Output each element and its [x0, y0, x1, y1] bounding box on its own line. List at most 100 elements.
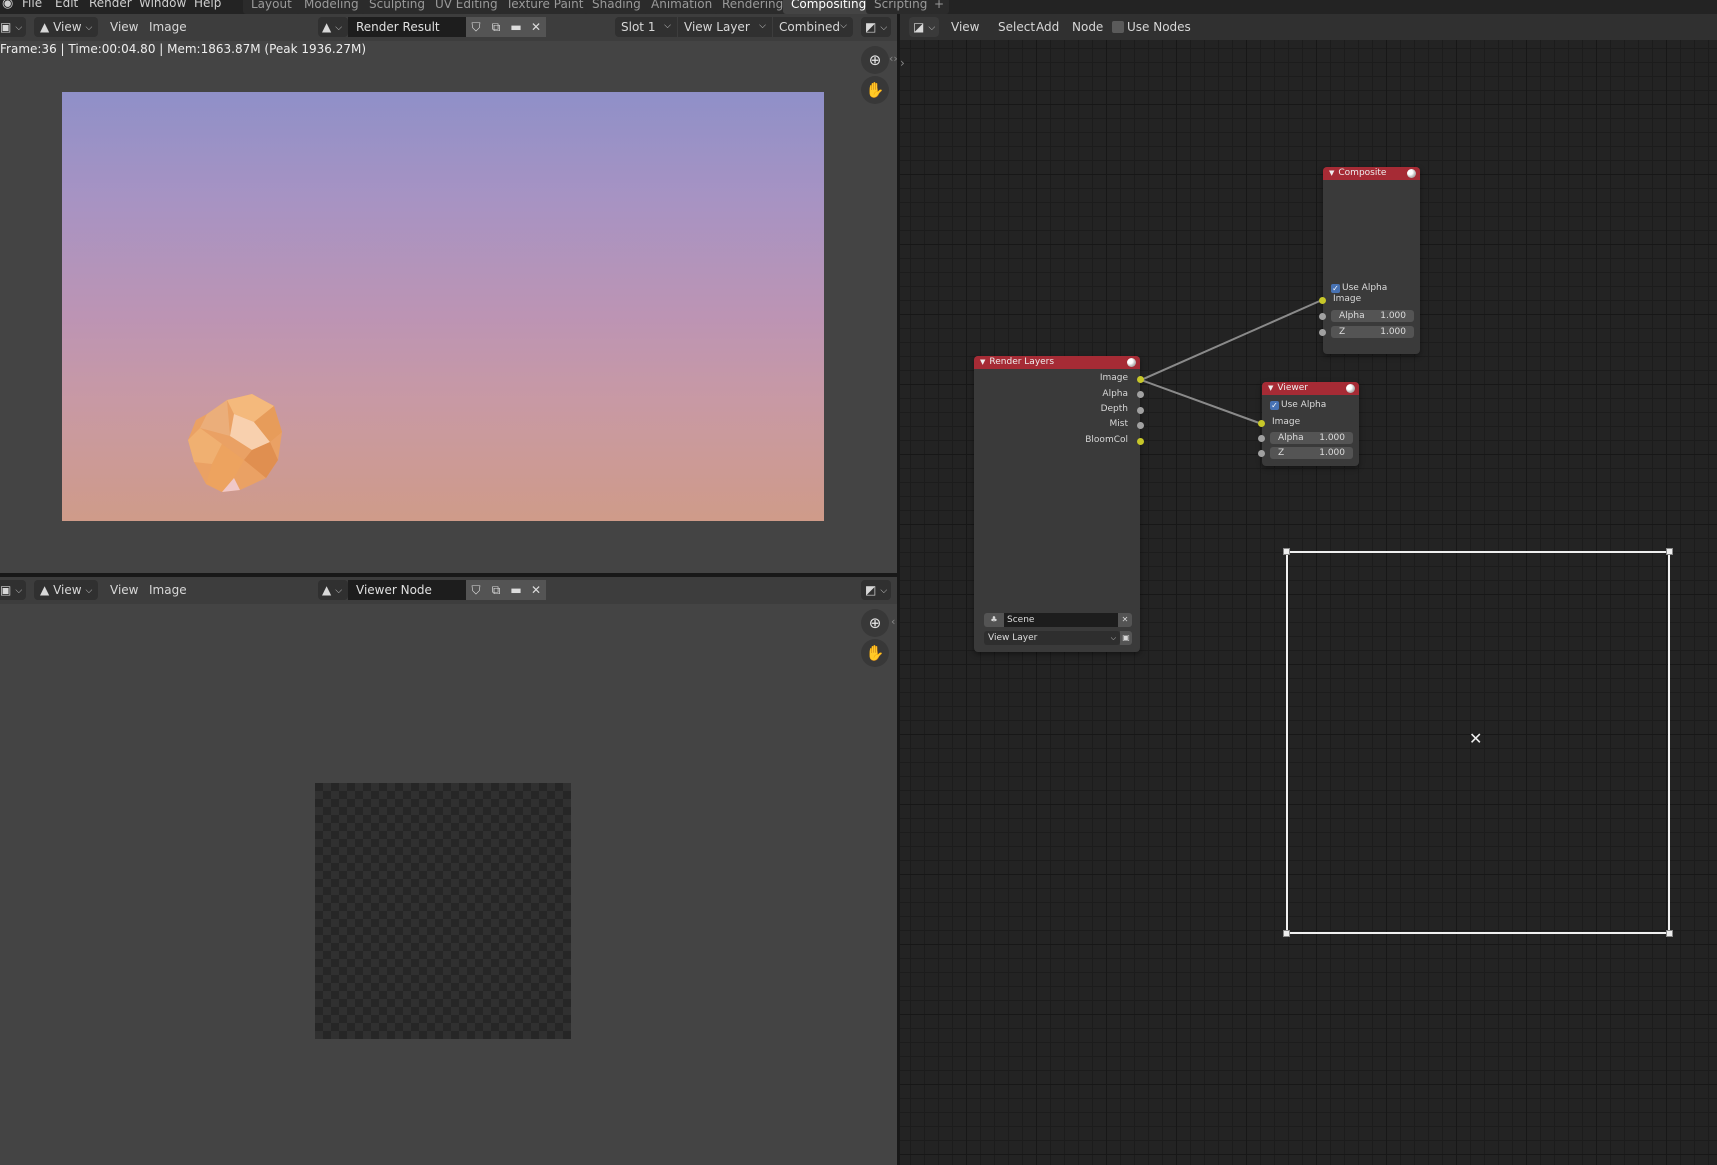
scene-unlink-close-icon[interactable]: ✕ [1118, 613, 1132, 627]
collapse-triangle-icon[interactable]: ▼ [1329, 169, 1334, 177]
unlink-image-close-icon[interactable]: ✕ [526, 17, 546, 37]
render-layer-icon[interactable]: ▣ [1120, 631, 1132, 645]
fake-user-shield-icon[interactable]: ⛉ [466, 17, 486, 37]
node-header[interactable]: ▼ Render Layers [974, 356, 1140, 369]
menu-edit[interactable]: Edit [55, 0, 78, 10]
alpha-value-field[interactable]: Alpha 1.000 [1270, 432, 1353, 444]
scene-field[interactable]: Scene [1004, 613, 1118, 627]
output-socket-image[interactable] [1137, 376, 1144, 383]
backdrop-frame[interactable]: ✕ [1283, 548, 1673, 937]
browse-image-button[interactable]: ▲ ⌵ [318, 17, 348, 37]
view-layer-dropdown[interactable]: View Layer ⌵ [984, 631, 1120, 645]
menu-file[interactable]: File [22, 0, 42, 10]
render-result-image[interactable] [62, 92, 824, 521]
add-workspace-button[interactable]: + [929, 0, 950, 14]
open-image-folder-icon[interactable]: ▬ [506, 17, 526, 37]
viewer-transparent-checkerboard[interactable] [315, 783, 571, 1039]
backdrop-center-cross-icon[interactable]: ✕ [1469, 731, 1482, 747]
menu-window[interactable]: Window [139, 0, 186, 10]
menu-image[interactable]: Image [143, 17, 193, 37]
workspace-tab-compositing[interactable]: Compositing [783, 0, 875, 14]
editor-type-button[interactable]: ▣ ⌵ [0, 580, 26, 600]
node-render-layers[interactable]: ▼ Render Layers Image Alpha Depth Mist Bl… [974, 356, 1144, 652]
view-layer-label: View Layer [684, 20, 750, 34]
output-socket-alpha[interactable] [1137, 391, 1144, 398]
view-mode-dropdown[interactable]: ▲ View ⌵ [34, 17, 98, 37]
render-pass-dropdown[interactable]: Combined ⌵ [773, 17, 853, 37]
link-render-image-to-viewer[interactable] [1140, 379, 1263, 425]
node-header[interactable]: ▼ Viewer [1262, 382, 1359, 395]
use-alpha-checkbox[interactable]: ✓ Use Alpha [1331, 283, 1387, 294]
new-image-icon[interactable]: ⧉ [486, 17, 506, 37]
output-label-image: Image [1099, 373, 1128, 383]
use-alpha-checkbox[interactable]: ✓ Use Alpha [1270, 400, 1326, 411]
sidebar-toggle-arrow-icon[interactable]: ‹ [891, 615, 895, 628]
pan-view-hand-icon[interactable]: ✋ [861, 639, 889, 667]
collapse-triangle-icon[interactable]: ▼ [1268, 384, 1273, 392]
backdrop-corner-handle[interactable] [1666, 930, 1673, 937]
image-name-field[interactable]: Viewer Node [348, 580, 466, 600]
collapse-triangle-icon[interactable]: ▼ [980, 358, 985, 366]
display-channels-button[interactable]: ◩ ⌵ [861, 17, 891, 37]
new-image-icon[interactable]: ⧉ [486, 580, 506, 600]
workspace-tab-layout[interactable]: Layout [243, 0, 300, 14]
workspace-tab-scripting[interactable]: Scripting [866, 0, 936, 14]
preview-sphere-icon[interactable] [1346, 384, 1355, 393]
view-layer-dropdown[interactable]: View Layer ⌵ [678, 17, 772, 37]
fake-user-shield-icon[interactable]: ⛉ [466, 580, 486, 600]
workspace-tab-texture-paint[interactable]: Texture Paint [498, 0, 592, 14]
preview-sphere-icon[interactable] [1407, 169, 1416, 178]
browse-image-button[interactable]: ▲ ⌵ [318, 580, 348, 600]
output-socket-mist[interactable] [1137, 422, 1144, 429]
slot-dropdown[interactable]: Slot 1 ⌵ [615, 17, 677, 37]
backdrop-corner-handle[interactable] [1283, 930, 1290, 937]
node-composite[interactable]: ▼ Composite ✓ Use Alpha Image Alpha 1.000 Z… [1319, 167, 1420, 354]
input-socket-alpha[interactable] [1319, 313, 1326, 320]
input-socket-alpha[interactable] [1258, 435, 1265, 442]
backdrop-corner-handle[interactable] [1283, 548, 1290, 555]
workspace-tab-shading[interactable]: Shading [584, 0, 649, 14]
sidebar-toggle-arrows-icon[interactable]: ‹› [889, 52, 897, 65]
node-viewer[interactable]: ▼ Viewer ✓ Use Alpha Image Alpha 1.000 Z 1.0… [1258, 382, 1359, 466]
output-socket-depth[interactable] [1137, 407, 1144, 414]
z-value-field[interactable]: Z 1.000 [1270, 447, 1353, 459]
workspace-tab-animation[interactable]: Animation [643, 0, 721, 14]
compositor-node-editor[interactable]: ◪ ⌵ View Select Add Node Use Nodes › ✕ ▼ R… [900, 14, 1717, 1165]
workspace-tab-rendering[interactable]: Rendering [714, 0, 792, 14]
input-socket-z[interactable] [1258, 450, 1265, 457]
zoom-view-icon[interactable]: ⊕ [861, 46, 889, 74]
view-mode-dropdown[interactable]: ▲ View ⌵ [34, 580, 98, 600]
input-socket-z[interactable] [1319, 329, 1326, 336]
menu-render[interactable]: Render [89, 0, 132, 10]
workspace-tab-uv-editing[interactable]: UV Editing [427, 0, 506, 14]
backdrop-corner-handle[interactable] [1666, 548, 1673, 555]
z-value-field[interactable]: Z 1.000 [1331, 326, 1414, 338]
input-socket-image[interactable] [1319, 297, 1326, 304]
output-socket-bloomcol[interactable] [1137, 438, 1144, 445]
menu-help[interactable]: Help [194, 0, 221, 10]
blender-logo-icon[interactable]: ◉ [2, 0, 13, 11]
link-render-image-to-composite[interactable] [1140, 299, 1323, 381]
node-header[interactable]: ▼ Composite [1323, 167, 1420, 180]
area-split-horizontal[interactable] [0, 573, 898, 577]
unlink-image-close-icon[interactable]: ✕ [526, 580, 546, 600]
preview-sphere-icon[interactable] [1127, 358, 1136, 367]
workspace-tab-sculpting[interactable]: Sculpting [361, 0, 434, 14]
chevron-down-icon: ⌵ [759, 21, 766, 31]
view-mode-label: View [53, 20, 82, 34]
scene-browse-button[interactable]: ♣ [984, 613, 1004, 627]
editor-type-button[interactable]: ▣ ⌵ [0, 17, 26, 37]
workspace-tab-modeling[interactable]: Modeling [296, 0, 367, 14]
menu-view[interactable]: View [104, 17, 144, 37]
zoom-view-icon[interactable]: ⊕ [861, 609, 889, 637]
menu-view[interactable]: View [104, 580, 144, 600]
image-name-field[interactable]: Render Result [348, 17, 466, 37]
display-channels-button[interactable]: ◩ ⌵ [861, 580, 891, 600]
menu-image[interactable]: Image [143, 580, 193, 600]
input-socket-image[interactable] [1258, 420, 1265, 427]
open-image-folder-icon[interactable]: ▬ [506, 580, 526, 600]
alpha-value-field[interactable]: Alpha 1.000 [1331, 310, 1414, 322]
view-layer-label: View Layer [988, 633, 1038, 643]
output-label-bloomcol: BloomCol [1085, 435, 1128, 445]
pan-view-hand-icon[interactable]: ✋ [861, 76, 889, 104]
